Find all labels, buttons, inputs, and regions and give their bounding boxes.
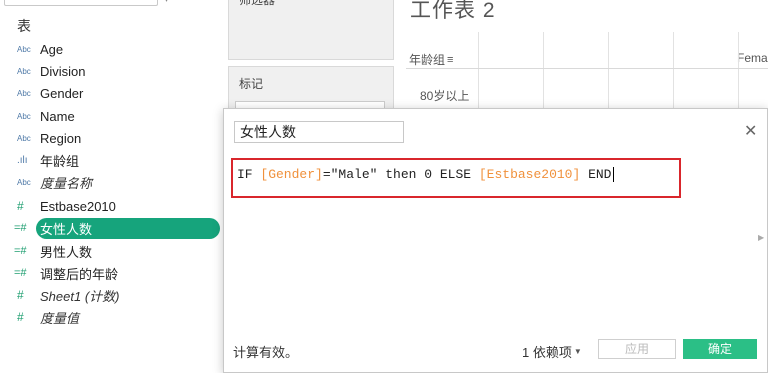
field-item-division[interactable]: Abc Division	[0, 60, 222, 82]
text-cursor	[612, 167, 614, 183]
field-item-measure-values[interactable]: # 度量值	[0, 306, 222, 328]
data-pane: ▾ 表 Abc Age Abc Division Abc Gender Abc …	[0, 0, 222, 373]
field-item-age-group[interactable]: .ılı 年龄组	[0, 149, 222, 171]
ok-button[interactable]: 确定	[683, 339, 757, 359]
field-item-region[interactable]: Abc Region	[0, 127, 222, 149]
row-header-label: 年龄组	[409, 53, 446, 67]
calculation-editor-dialog: 女性人数 ✕ IF [Gender]="Male" then 0 ELSE [E…	[223, 108, 768, 373]
dependencies-dropdown[interactable]: 1 依赖项 ▼	[522, 342, 582, 361]
field-item-age[interactable]: Abc Age	[0, 38, 222, 60]
abc-string-icon: Abc	[17, 177, 31, 187]
row-header[interactable]: 年龄组 ≡	[409, 51, 453, 68]
field-item-sheet1-count[interactable]: # Sheet1 (计数)	[0, 284, 222, 306]
field-label: 男性人数	[40, 244, 93, 260]
field-item-female-count[interactable]: =# 女性人数	[0, 217, 222, 239]
field-label: Gender	[40, 85, 84, 101]
marks-card-title: 标记	[239, 77, 264, 91]
calc-measure-icon: =#	[14, 222, 27, 234]
header-divider	[406, 68, 768, 69]
field-label: Region	[40, 130, 82, 146]
field-label: Division	[40, 63, 86, 79]
close-icon[interactable]: ✕	[744, 121, 757, 141]
field-item-gender[interactable]: Abc Gender	[0, 82, 222, 104]
field-label: Sheet1 (计数)	[40, 288, 120, 304]
formula-keyword-end: END	[580, 167, 612, 182]
field-item-measure-names[interactable]: Abc 度量名称	[0, 171, 222, 193]
field-label: 度量值	[40, 310, 80, 326]
table-header: 表	[17, 18, 31, 34]
abc-string-icon: Abc	[17, 111, 31, 121]
field-label: Estbase2010	[40, 198, 116, 214]
field-label: Age	[40, 41, 64, 57]
worksheet-title: 工作表 2	[410, 0, 496, 22]
abc-string-icon: Abc	[17, 44, 31, 54]
formula-field-gender: [Gender]	[260, 167, 323, 182]
abc-string-icon: Abc	[17, 133, 31, 143]
formula-condition: ="Male" then 0 ELSE	[322, 167, 479, 182]
measure-hash-icon: #	[17, 199, 24, 213]
row-value-label: 80岁以上	[420, 89, 470, 103]
dependencies-label: 1 依赖项	[522, 345, 572, 360]
chevron-down-icon[interactable]: ▾	[164, 0, 169, 5]
abc-string-icon: Abc	[17, 88, 31, 98]
abc-string-icon: Abc	[17, 66, 31, 76]
field-item-male-count[interactable]: =# 男性人数	[0, 240, 222, 262]
bin-bars-icon: .ılı	[17, 154, 28, 166]
formula-editor[interactable]: IF [Gender]="Male" then 0 ELSE [Estbase2…	[231, 158, 681, 198]
field-item-estbase2010[interactable]: # Estbase2010	[0, 195, 222, 217]
calc-measure-icon: =#	[14, 267, 27, 279]
formula-field-estbase: [Estbase2010]	[478, 167, 581, 182]
field-label: 女性人数	[40, 221, 93, 237]
calc-measure-icon: =#	[14, 245, 27, 257]
calculation-status: 计算有效。	[233, 345, 299, 360]
filters-card[interactable]: 筛选器	[228, 0, 394, 60]
apply-button[interactable]: 应用	[598, 339, 676, 359]
sort-icon[interactable]: ≡	[447, 54, 453, 66]
chevron-down-icon: ▼	[573, 347, 582, 356]
field-search-input[interactable]	[4, 0, 158, 6]
field-label: Name	[40, 108, 75, 124]
measure-hash-icon: #	[17, 310, 24, 324]
expand-right-icon[interactable]: ▶	[758, 233, 764, 242]
field-label: 年龄组	[40, 153, 80, 169]
field-label: 调整后的年龄	[40, 266, 119, 282]
field-label: 度量名称	[40, 175, 93, 191]
column-header-label: Fema	[737, 51, 768, 65]
formula-keyword-if: IF	[237, 167, 261, 182]
filters-card-title: 筛选器	[239, 0, 276, 7]
measure-hash-icon: #	[17, 288, 24, 302]
field-item-adjusted-age[interactable]: =# 调整后的年龄	[0, 262, 222, 284]
calculation-name-field[interactable]: 女性人数	[234, 121, 404, 143]
field-item-name[interactable]: Abc Name	[0, 105, 222, 127]
